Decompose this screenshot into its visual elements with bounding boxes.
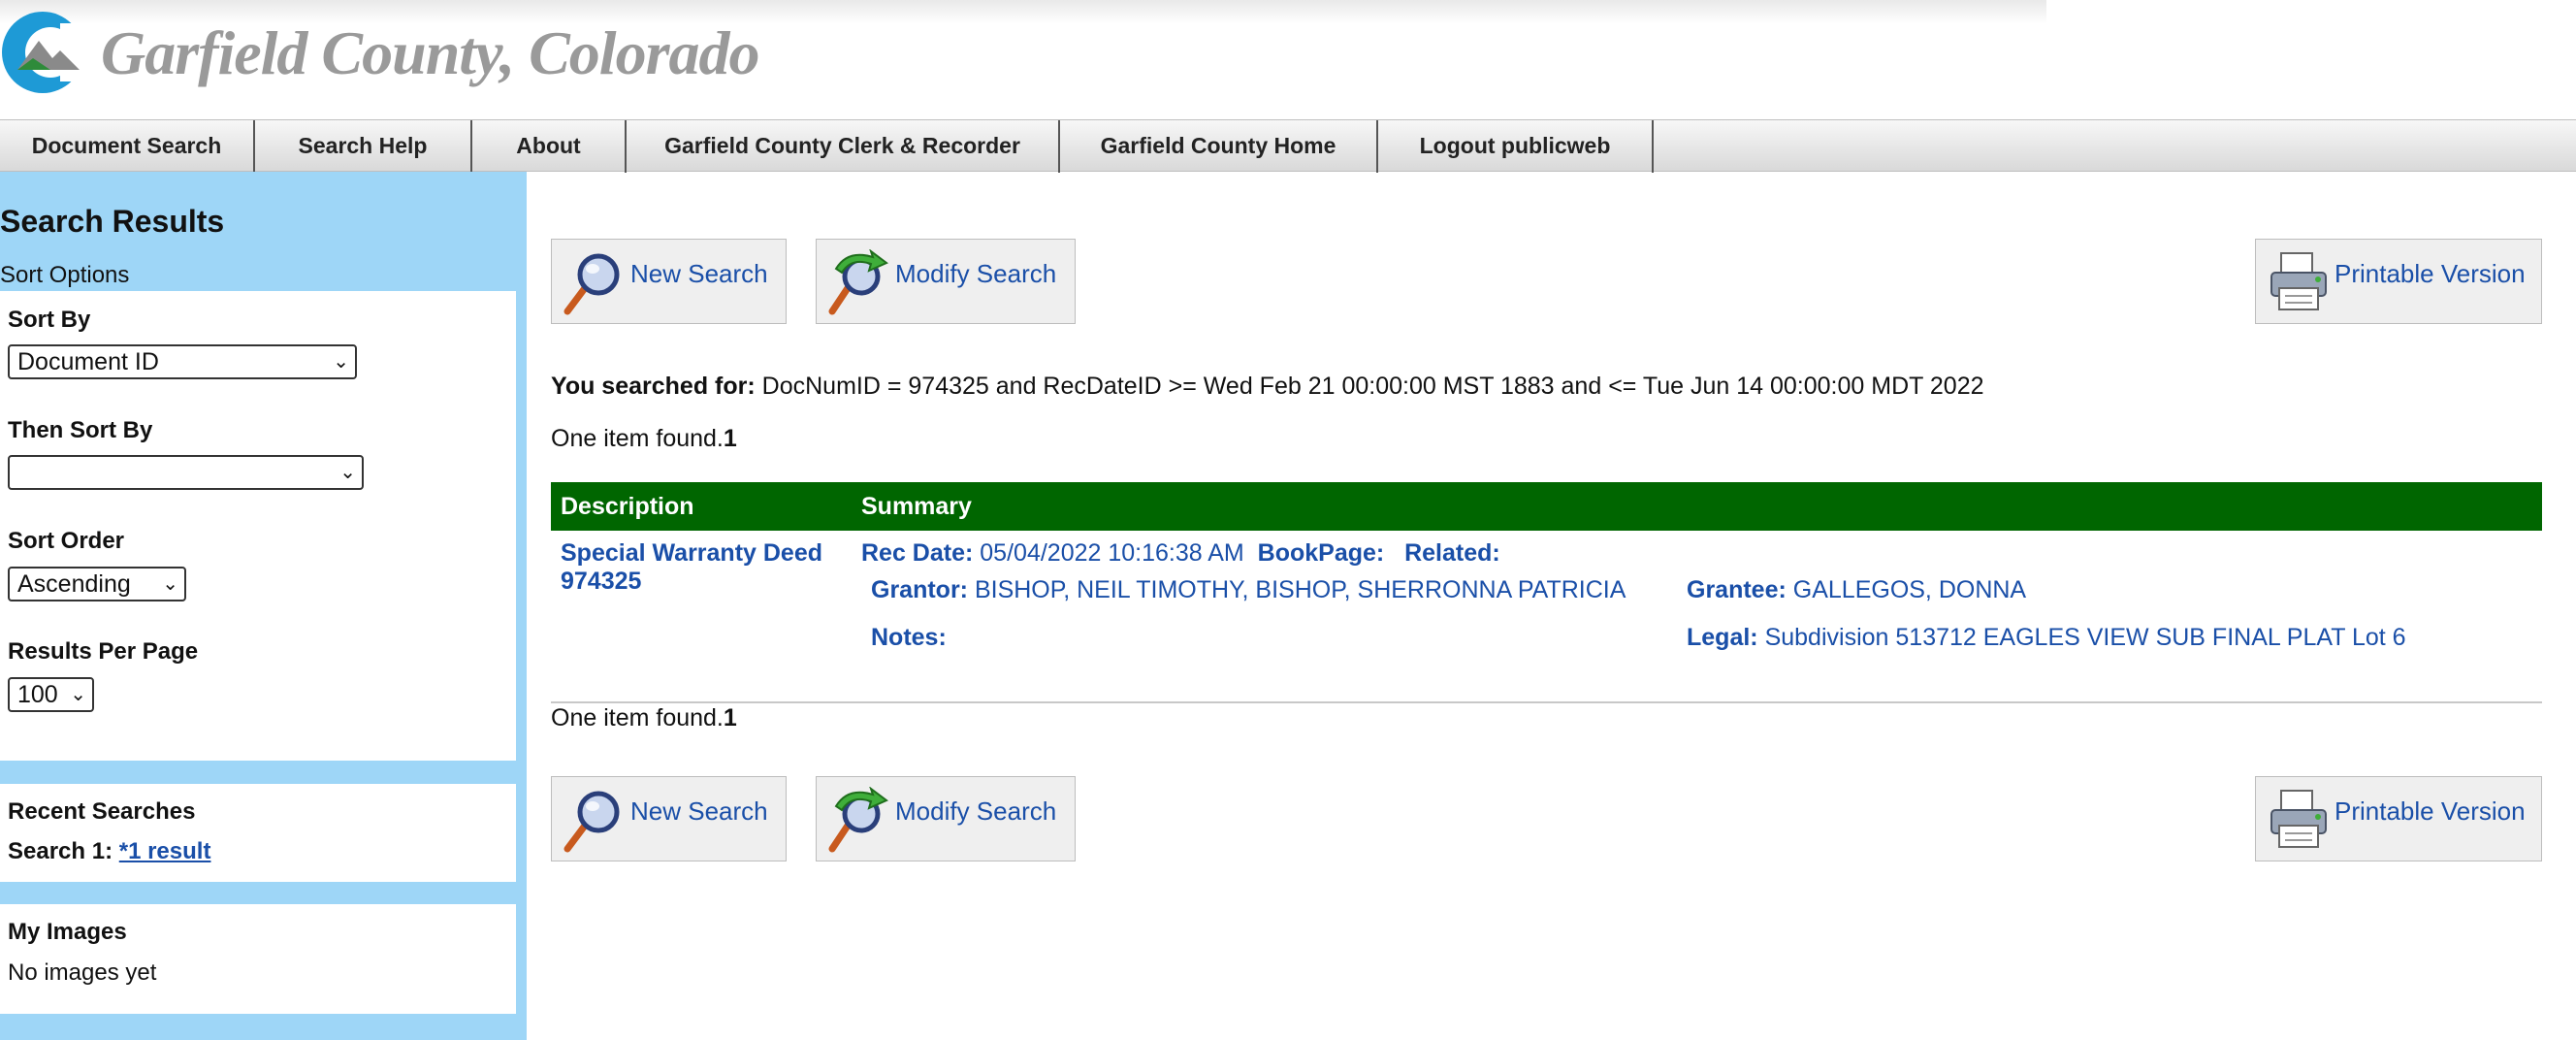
recent-search-item: Search 1: *1 result — [8, 838, 210, 865]
sort-by-value: Document ID — [17, 348, 159, 375]
doc-type-link[interactable]: Special Warranty Deed — [561, 539, 822, 568]
then-sort-by-label: Then Sort By — [8, 417, 153, 443]
grantee-label: Grantee: — [1687, 576, 1787, 603]
magnifier-icon — [564, 791, 620, 853]
sidebar-title: Search Results — [0, 204, 225, 239]
site-title: Garfield County, Colorado — [101, 18, 759, 87]
items-found-text: One item found. — [551, 425, 724, 452]
related-label: Related: — [1404, 539, 1500, 567]
modify-search-button-bottom[interactable]: Modify Search — [816, 776, 1076, 861]
printable-version-button[interactable]: Printable Version — [2255, 239, 2542, 324]
rec-date-label: Rec Date: — [861, 539, 974, 567]
items-found-text: One item found. — [551, 704, 724, 731]
nav-county-home[interactable]: Garfield County Home — [1060, 120, 1378, 173]
chevron-down-icon: ⌄ — [339, 462, 356, 483]
items-found-count: 1 — [723, 704, 737, 731]
items-found-top: One item found.1 — [551, 425, 737, 453]
rec-date-value: 05/04/2022 10:16:38 AM — [980, 539, 1244, 567]
printer-icon — [2270, 252, 2327, 310]
sort-options-label: Sort Options — [0, 262, 130, 288]
recent-search-1-label: Search 1: — [8, 838, 113, 864]
grantor: Grantor: BISHOP, NEIL TIMOTHY, BISHOP, S… — [871, 576, 1626, 604]
col-summary: Summary — [861, 493, 972, 520]
modify-search-label: Modify Search — [895, 259, 1057, 288]
grantor-label: Grantor: — [871, 576, 968, 603]
printer-icon — [2270, 790, 2327, 848]
my-images-value: No images yet — [8, 959, 157, 986]
results-per-page-value: 100 — [17, 681, 58, 708]
items-found-count: 1 — [723, 425, 737, 452]
recent-searches-panel: Recent Searches Search 1: *1 result — [0, 784, 516, 882]
sort-order-label: Sort Order — [8, 528, 125, 554]
new-search-button-bottom[interactable]: New Search — [551, 776, 787, 861]
my-images-label: My Images — [8, 919, 127, 945]
nav-about[interactable]: About — [472, 120, 627, 173]
legal-value: Subdivision 513712 EAGLES VIEW SUB FINAL… — [1764, 624, 2406, 651]
sort-by-label: Sort By — [8, 307, 91, 333]
sort-order-value: Ascending — [17, 570, 131, 598]
chevron-down-icon: ⌄ — [70, 684, 86, 705]
printable-version-label: Printable Version — [2334, 796, 2526, 826]
printable-version-button-bottom[interactable]: Printable Version — [2255, 776, 2542, 861]
notes-label: Notes: — [871, 624, 947, 651]
grantee-value: GALLEGOS, DONNA — [1792, 576, 2027, 603]
items-found-bottom: One item found.1 — [551, 704, 737, 732]
doc-number-link[interactable]: 974325 — [561, 568, 641, 596]
legal: Legal: Subdivision 513712 EAGLES VIEW SU… — [1687, 624, 2406, 652]
new-search-button[interactable]: New Search — [551, 239, 787, 324]
nav-document-search[interactable]: Document Search — [0, 120, 255, 173]
nav-search-help[interactable]: Search Help — [255, 120, 472, 173]
col-description: Description — [561, 493, 694, 520]
then-sort-by-select[interactable]: ⌄ — [8, 455, 364, 490]
new-search-label: New Search — [630, 796, 768, 826]
search-summary-query: DocNumID = 974325 and RecDateID >= Wed F… — [761, 373, 1984, 400]
magnifier-icon — [564, 253, 620, 315]
results-per-page-label: Results Per Page — [8, 638, 199, 665]
recent-searches-label: Recent Searches — [8, 798, 196, 825]
modify-search-label: Modify Search — [895, 796, 1057, 826]
bookpage-label: BookPage: — [1257, 539, 1385, 567]
grantor-value: BISHOP, NEIL TIMOTHY, BISHOP, SHERRONNA … — [974, 576, 1626, 603]
results-table-header: Description Summary — [551, 482, 2542, 531]
my-images-panel: My Images No images yet — [0, 904, 516, 1014]
county-logo — [2, 12, 85, 93]
chevron-down-icon: ⌄ — [162, 573, 178, 595]
search-summary-label: You searched for: — [551, 373, 756, 400]
nav-clerk-recorder[interactable]: Garfield County Clerk & Recorder — [627, 120, 1060, 173]
modify-search-icon — [828, 787, 888, 853]
rec-date: Rec Date: 05/04/2022 10:16:38 AM BookPag… — [861, 539, 1500, 568]
grantee: Grantee: GALLEGOS, DONNA — [1687, 576, 2026, 604]
modify-search-icon — [828, 249, 888, 315]
sort-options-panel: Sort By Document ID ⌄ Then Sort By ⌄ Sor… — [0, 291, 516, 761]
header-banner: Garfield County, Colorado — [0, 0, 2576, 119]
chevron-down-icon: ⌄ — [333, 351, 349, 373]
search-summary: You searched for: DocNumID = 974325 and … — [551, 373, 1984, 401]
legal-label: Legal: — [1687, 624, 1758, 651]
sort-by-select[interactable]: Document ID ⌄ — [8, 344, 357, 379]
new-search-label: New Search — [630, 259, 768, 288]
modify-search-button[interactable]: Modify Search — [816, 239, 1076, 324]
sort-order-select[interactable]: Ascending ⌄ — [8, 567, 186, 601]
nav-logout[interactable]: Logout publicweb — [1378, 120, 1654, 173]
recent-search-1-link[interactable]: *1 result — [119, 838, 211, 864]
printable-version-label: Printable Version — [2334, 259, 2526, 288]
results-per-page-select[interactable]: 100 ⌄ — [8, 677, 94, 712]
divider — [551, 701, 2542, 703]
main-nav: Document Search Search Help About Garfie… — [0, 119, 2576, 173]
